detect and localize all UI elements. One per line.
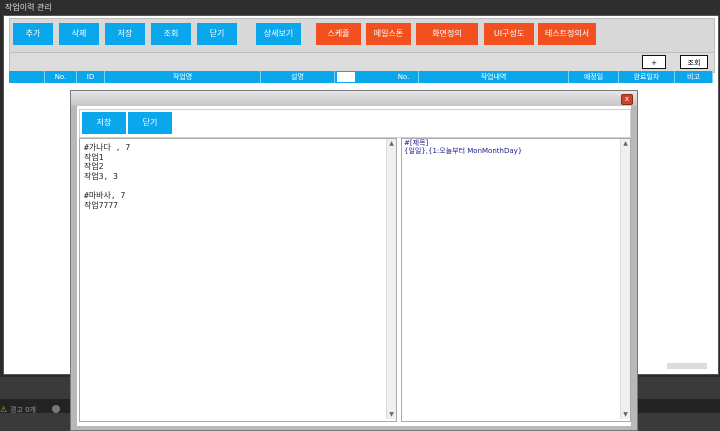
- screen-definition-button[interactable]: 화면정의: [416, 23, 478, 45]
- horizontal-scrollbar[interactable]: [667, 363, 707, 369]
- dialog-title-bar: x: [71, 91, 637, 106]
- info-icon: [52, 405, 60, 413]
- col-no[interactable]: No.: [45, 71, 77, 83]
- close-icon[interactable]: x: [621, 94, 633, 105]
- save-button[interactable]: 저장: [105, 23, 145, 45]
- test-spec-button[interactable]: 테스트정의서: [538, 23, 596, 45]
- detail-view-button[interactable]: 상세보기: [256, 23, 301, 45]
- col-id[interactable]: ID: [77, 71, 105, 83]
- col-remarks[interactable]: 비고: [675, 71, 713, 83]
- task-editor[interactable]: #가나다 , 7 작업1 작업2 작업3, 3 #마바사, 7 작업7777 ▲…: [79, 138, 397, 422]
- template-editor-text: #[제목] {일일},{1:오늘부터 MonMonthDay}: [404, 139, 523, 155]
- main-toolbar: 추가 삭제 저장 조회 닫기 상세보기 스케쥴 메일스톤 화면정의 UI구성도 …: [9, 18, 715, 53]
- delete-button[interactable]: 삭제: [59, 23, 99, 45]
- template-editor-scrollbar[interactable]: ▲ ▼: [620, 139, 630, 419]
- col-task-name[interactable]: 작업명: [105, 71, 261, 83]
- detail-dialog: x 저장 닫기 #가나다 , 7 작업1 작업2 작업3, 3 #마바사, 7 …: [70, 90, 638, 431]
- dialog-toolbar: 저장 닫기: [79, 109, 631, 138]
- scroll-up-icon[interactable]: ▲: [622, 140, 629, 147]
- dialog-save-button[interactable]: 저장: [82, 112, 126, 134]
- sub-search-button[interactable]: 조회: [680, 55, 708, 69]
- col-planned-date[interactable]: 예정일: [569, 71, 619, 83]
- header-spacer: [9, 71, 45, 83]
- task-editor-text: #가나다 , 7 작업1 작업2 작업3, 3 #마바사, 7 작업7777: [84, 143, 131, 210]
- scroll-down-icon[interactable]: ▼: [388, 411, 395, 418]
- window-title: 작업이력 관리: [5, 3, 52, 12]
- col-task-details[interactable]: 작업내역: [419, 71, 569, 83]
- plus-button[interactable]: +: [642, 55, 666, 69]
- scroll-up-icon[interactable]: ▲: [388, 140, 395, 147]
- template-editor[interactable]: #[제목] {일일},{1:오늘부터 MonMonthDay} ▲ ▼: [401, 138, 631, 422]
- milestone-button[interactable]: 메일스톤: [366, 23, 411, 45]
- task-editor-scrollbar[interactable]: ▲ ▼: [386, 139, 396, 419]
- col-completed-date[interactable]: 완료일자: [619, 71, 675, 83]
- dialog-close-button[interactable]: 닫기: [128, 112, 172, 134]
- title-bar: 작업이력 관리: [0, 0, 720, 15]
- grid-header: No. ID 작업명 설명 No. 작업내역 예정일 완료일자 비고: [9, 71, 713, 83]
- header-gap: [337, 72, 355, 82]
- ui-diagram-button[interactable]: UI구성도: [484, 23, 534, 45]
- scroll-down-icon[interactable]: ▼: [622, 411, 629, 418]
- warning-count[interactable]: 경고 0개: [10, 405, 36, 415]
- warning-icon: ⚠: [0, 405, 8, 414]
- dialog-body: 저장 닫기 #가나다 , 7 작업1 작업2 작업3, 3 #마바사, 7 작업…: [77, 106, 631, 426]
- sub-toolbar: + 조회: [9, 52, 715, 73]
- search-button[interactable]: 조회: [151, 23, 191, 45]
- col-description[interactable]: 설명: [261, 71, 335, 83]
- add-button[interactable]: 추가: [13, 23, 53, 45]
- col-detail-no[interactable]: No.: [389, 71, 419, 83]
- close-button[interactable]: 닫기: [197, 23, 237, 45]
- schedule-button[interactable]: 스케쥴: [316, 23, 361, 45]
